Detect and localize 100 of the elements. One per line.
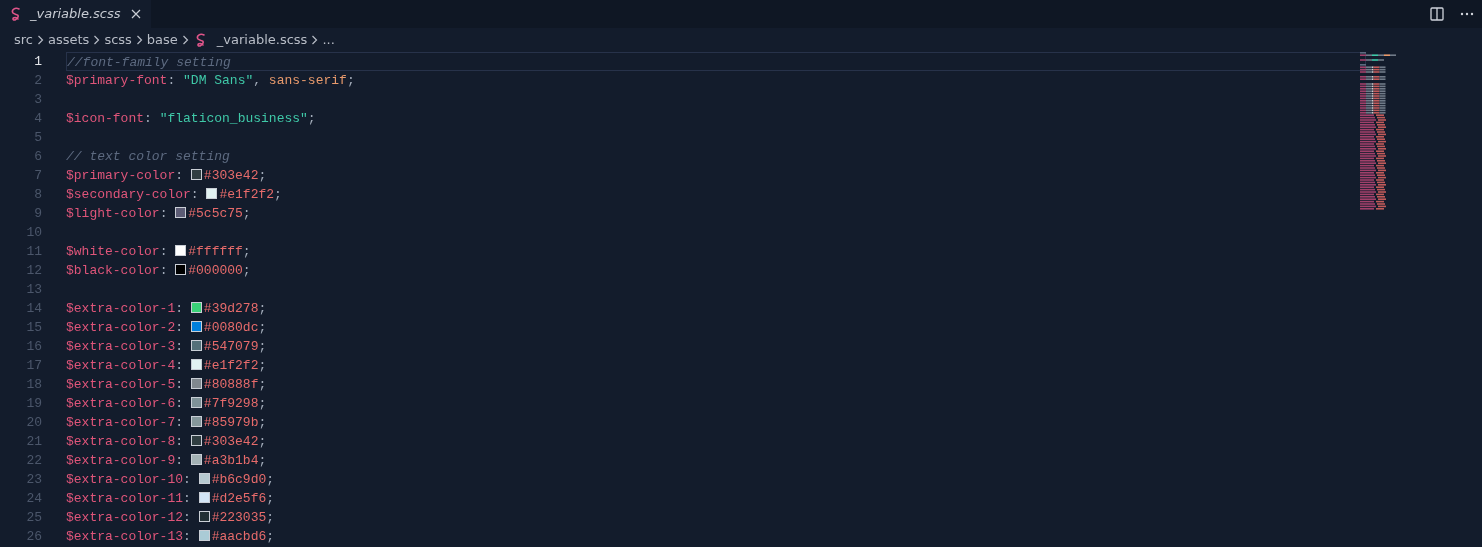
color-swatch[interactable] <box>175 264 187 275</box>
breadcrumb-item[interactable]: base <box>146 30 178 50</box>
punctuation: ; <box>258 358 267 373</box>
punctuation: ; <box>258 168 267 183</box>
color-swatch[interactable] <box>190 454 202 465</box>
hex-value: #223035 <box>211 510 267 525</box>
chevron-icon <box>311 35 319 45</box>
punctuation: ; <box>307 111 316 126</box>
color-swatch[interactable] <box>198 473 210 484</box>
hex-value: #aacbd6 <box>211 529 267 544</box>
line-number: 18 <box>25 376 42 394</box>
line-number: 6 <box>33 148 42 166</box>
variable-name: $extra-color-6 <box>66 396 176 411</box>
variable-name: $primary-font <box>66 73 168 88</box>
line-number: 24 <box>25 490 42 508</box>
punctuation: ; <box>258 320 267 335</box>
variable-name: $extra-color-10 <box>66 472 184 487</box>
variable-name: $extra-color-8 <box>66 434 176 449</box>
line-number: 3 <box>33 91 42 109</box>
punctuation: ; <box>266 510 275 525</box>
punctuation: ; <box>258 453 267 468</box>
punctuation: ; <box>258 434 267 449</box>
breadcrumb-item[interactable]: _variable.scss <box>216 30 308 50</box>
hex-value: #547079 <box>203 339 259 354</box>
color-swatch[interactable] <box>190 321 202 332</box>
line-number: 2 <box>33 72 42 90</box>
punctuation: ; <box>274 187 282 202</box>
line-number: 1 <box>33 53 42 71</box>
punctuation: ; <box>258 301 267 316</box>
color-swatch[interactable] <box>190 416 202 427</box>
punctuation: : <box>190 187 200 202</box>
variable-name: $icon-font <box>66 111 144 126</box>
hex-value: #0080dc <box>203 320 259 335</box>
color-swatch[interactable] <box>206 188 218 199</box>
punctuation: : <box>175 339 185 354</box>
punctuation: ; <box>266 529 275 544</box>
punctuation: ; <box>346 73 355 88</box>
punctuation: : <box>183 510 192 525</box>
punctuation: : <box>175 415 185 430</box>
keyword: sans-serif <box>268 73 347 88</box>
color-swatch[interactable] <box>190 378 202 389</box>
variable-name: $extra-color-9 <box>66 453 176 468</box>
color-swatch[interactable] <box>198 492 210 503</box>
hex-value: #e1f2f2 <box>219 187 275 202</box>
hex-value: #5c5c75 <box>188 206 243 221</box>
breadcrumb-item[interactable]: assets <box>48 30 90 50</box>
punctuation: : <box>175 358 185 373</box>
variable-name: $extra-color-4 <box>66 358 176 373</box>
hex-value: #80888f <box>203 377 259 392</box>
hex-value: #d2e5f6 <box>211 491 267 506</box>
variable-name: $extra-color-13 <box>66 529 184 544</box>
close-icon[interactable] <box>130 9 141 19</box>
punctuation: ; <box>258 339 267 354</box>
hex-value: #b6c9d0 <box>211 472 267 487</box>
color-swatch[interactable] <box>175 207 187 218</box>
line-number: 22 <box>25 452 42 470</box>
color-swatch[interactable] <box>190 340 202 351</box>
line-number: 19 <box>25 395 42 413</box>
split-editor-icon[interactable] <box>1430 7 1444 21</box>
variable-name: $black-color <box>66 263 160 278</box>
color-swatch[interactable] <box>198 511 210 522</box>
variable-name: $extra-color-5 <box>66 377 176 392</box>
punctuation: : <box>159 244 169 259</box>
punctuation: : <box>175 453 185 468</box>
punctuation: : <box>167 73 177 88</box>
variable-name: $extra-color-1 <box>66 301 176 316</box>
line-number: 7 <box>33 167 42 185</box>
punctuation: ; <box>258 415 267 430</box>
punctuation: ; <box>258 396 267 411</box>
breadcrumb-item[interactable]: src <box>14 30 33 50</box>
breadcrumb-item[interactable]: ... <box>322 30 335 50</box>
color-swatch[interactable] <box>190 302 202 313</box>
punctuation: ; <box>242 206 251 221</box>
punctuation: : <box>175 396 185 411</box>
chevron-icon <box>37 35 44 45</box>
line-number: 13 <box>25 281 42 299</box>
line-number: 26 <box>25 528 42 546</box>
line-number: 17 <box>25 357 42 375</box>
punctuation: , <box>253 73 263 88</box>
more-icon[interactable] <box>1460 12 1474 16</box>
variable-name: $white-color <box>66 244 160 259</box>
punctuation: : <box>175 168 185 183</box>
punctuation: ; <box>242 244 251 259</box>
color-swatch[interactable] <box>190 359 202 370</box>
color-swatch[interactable] <box>190 169 202 180</box>
variable-name: $extra-color-7 <box>66 415 176 430</box>
line-number: 4 <box>33 110 42 128</box>
variable-name: $secondary-color <box>66 187 191 202</box>
breadcrumb-item[interactable]: scss <box>104 30 132 50</box>
punctuation: ; <box>242 263 251 278</box>
color-swatch[interactable] <box>190 435 202 446</box>
file-tab[interactable]: _variable.scss <box>0 0 151 28</box>
chevron-icon <box>93 35 101 45</box>
hex-value: #39d278 <box>203 301 259 316</box>
color-swatch[interactable] <box>198 530 210 541</box>
color-swatch[interactable] <box>190 397 202 408</box>
color-swatch[interactable] <box>175 245 187 256</box>
variable-name: $light-color <box>66 206 160 221</box>
line-number: 16 <box>25 338 42 356</box>
punctuation: : <box>183 472 192 487</box>
